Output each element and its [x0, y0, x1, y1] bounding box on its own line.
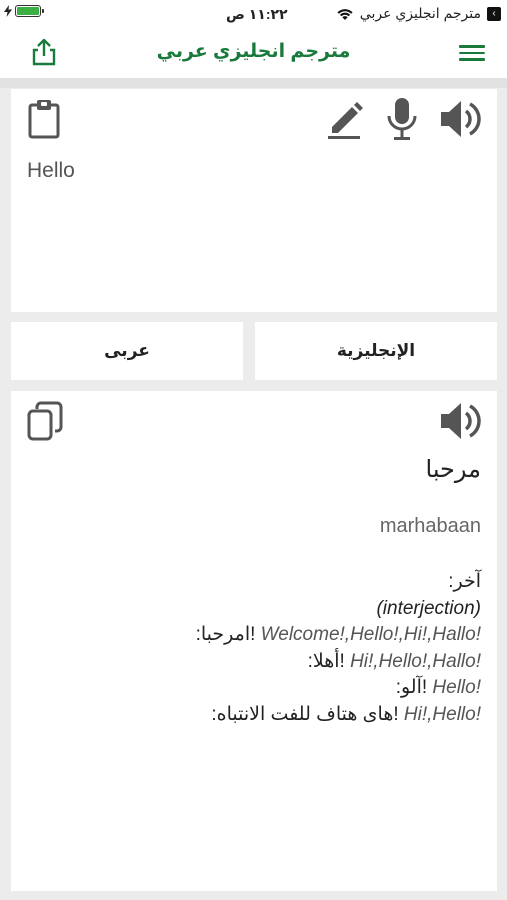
- transliteration-text: marhabaan: [379, 515, 481, 537]
- status-time: ١١:٢٢ ص: [226, 6, 288, 22]
- clipboard-icon[interactable]: [27, 99, 61, 139]
- dictionary-entry: :آلو! Hello!: [21, 675, 481, 702]
- dictionary-entry: :امرحبا! Welcome!,Hello!,Hi!,Hallo!: [21, 622, 481, 649]
- status-right: مترجم انجليزي عربي ‹: [336, 5, 501, 22]
- entry-arabic: :آلو!: [395, 677, 428, 698]
- menu-icon[interactable]: [459, 41, 485, 63]
- charging-icon: [4, 5, 12, 17]
- dictionary-entry: :هاى هتاف للفت الانتباه! Hi!,Hello!: [21, 702, 481, 729]
- target-language-button[interactable]: عربى: [11, 322, 243, 380]
- status-bar: ١١:٢٢ ص مترجم انجليزي عربي ‹: [0, 0, 507, 28]
- pencil-icon[interactable]: [326, 99, 364, 139]
- back-arrow-icon[interactable]: ‹: [487, 6, 501, 21]
- output-panel: مرحبا marhabaan :آخر (interjection) :امر…: [11, 391, 497, 891]
- entry-arabic: :امرحبا!: [195, 624, 256, 645]
- source-text-input[interactable]: Hello: [27, 159, 75, 183]
- translation-text: مرحبا: [425, 456, 482, 483]
- entry-english: Hello!: [432, 677, 481, 698]
- entry-english: Welcome!,Hello!,Hi!,Hallo!: [260, 624, 481, 645]
- wifi-icon: [337, 9, 353, 20]
- speaker-icon[interactable]: [439, 99, 483, 139]
- copy-icon[interactable]: [27, 401, 63, 441]
- source-language-button[interactable]: الإنجليزية: [255, 322, 497, 380]
- input-panel: Hello: [11, 89, 497, 312]
- speaker-icon[interactable]: [439, 401, 483, 441]
- nav-bar: مترجم انجليزي عربي: [0, 28, 507, 78]
- entry-arabic: :أهلا!: [307, 650, 345, 672]
- microphone-icon[interactable]: [386, 97, 418, 141]
- dictionary-section: :آخر (interjection) :امرحبا! Welcome!,He…: [21, 569, 481, 728]
- entry-arabic: :هاى هتاف للفت الانتباه!: [211, 703, 399, 725]
- dictionary-other-label: :آخر: [448, 571, 481, 592]
- dictionary-entry: :أهلا! Hi!,Hello!,Hallo!: [21, 649, 481, 676]
- battery-icon: [15, 5, 44, 17]
- divider: [0, 78, 507, 88]
- back-to-app-label[interactable]: مترجم انجليزي عربي: [360, 5, 481, 22]
- entry-english: Hi!,Hello!,Hallo!: [350, 650, 481, 672]
- entry-english: Hi!,Hello!: [403, 703, 481, 725]
- status-left: [4, 5, 44, 17]
- page-title: مترجم انجليزي عربي: [156, 41, 351, 62]
- part-of-speech: (interjection): [376, 597, 481, 619]
